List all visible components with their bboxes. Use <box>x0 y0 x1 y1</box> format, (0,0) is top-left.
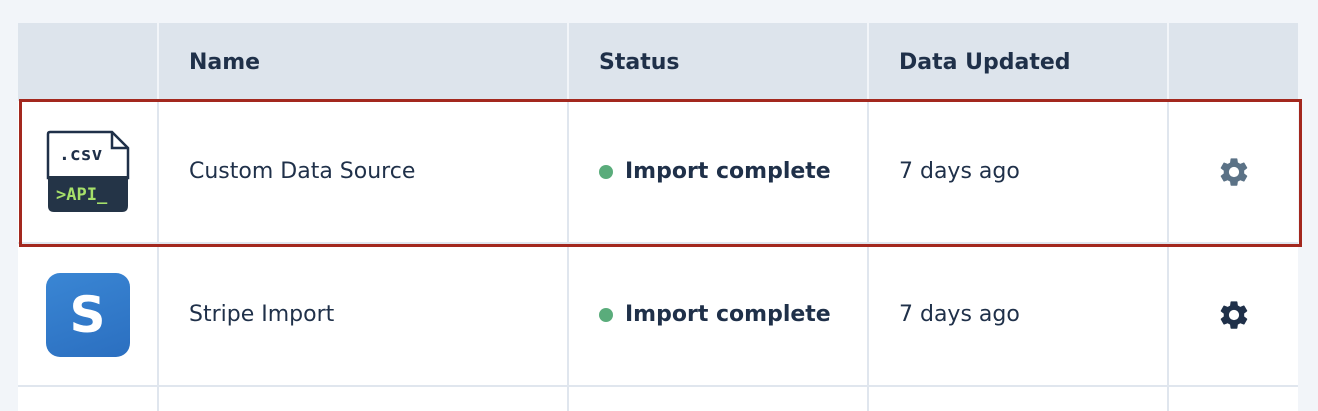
header-status[interactable]: Status <box>569 23 869 101</box>
status-cell: Import complete <box>569 244 869 385</box>
data-updated-text: 7 days ago <box>869 244 1169 385</box>
table-row-partial <box>18 387 1298 411</box>
icon-cell <box>18 387 159 411</box>
table-row[interactable]: S Stripe Import Import complete 7 days a… <box>18 244 1298 387</box>
status-text: Import complete <box>625 302 831 327</box>
name-cell <box>159 387 569 411</box>
settings-cell <box>1169 387 1298 411</box>
header-name[interactable]: Name <box>159 23 569 101</box>
status-cell: Import complete <box>569 101 869 242</box>
gear-icon[interactable] <box>1217 155 1251 189</box>
header-data-updated[interactable]: Data Updated <box>869 23 1169 101</box>
status-text: Import complete <box>625 159 831 184</box>
table-row[interactable]: .csv >API_ Custom Data Source Import com… <box>18 101 1298 244</box>
api-label: >API_ <box>56 185 108 205</box>
csv-label: .csv <box>59 144 103 165</box>
source-name[interactable]: Stripe Import <box>159 244 569 385</box>
updated-cell <box>869 387 1169 411</box>
header-icon-cell <box>18 23 159 101</box>
icon-cell: .csv >API_ <box>18 101 159 242</box>
status-dot-icon <box>599 307 613 322</box>
settings-cell <box>1169 101 1298 242</box>
gear-icon[interactable] <box>1217 298 1251 332</box>
icon-cell: S <box>18 244 159 385</box>
data-sources-table: Name Status Data Updated .csv >API_ Cust… <box>18 23 1298 411</box>
status-dot-icon <box>599 164 613 179</box>
stripe-icon: S <box>45 272 130 357</box>
status-cell <box>569 387 869 411</box>
csv-api-icon: .csv >API_ <box>46 130 130 214</box>
table-header-row: Name Status Data Updated <box>18 23 1298 101</box>
settings-cell <box>1169 244 1298 385</box>
header-actions-cell <box>1169 23 1298 101</box>
data-updated-text: 7 days ago <box>869 101 1169 242</box>
source-name[interactable]: Custom Data Source <box>159 101 569 242</box>
